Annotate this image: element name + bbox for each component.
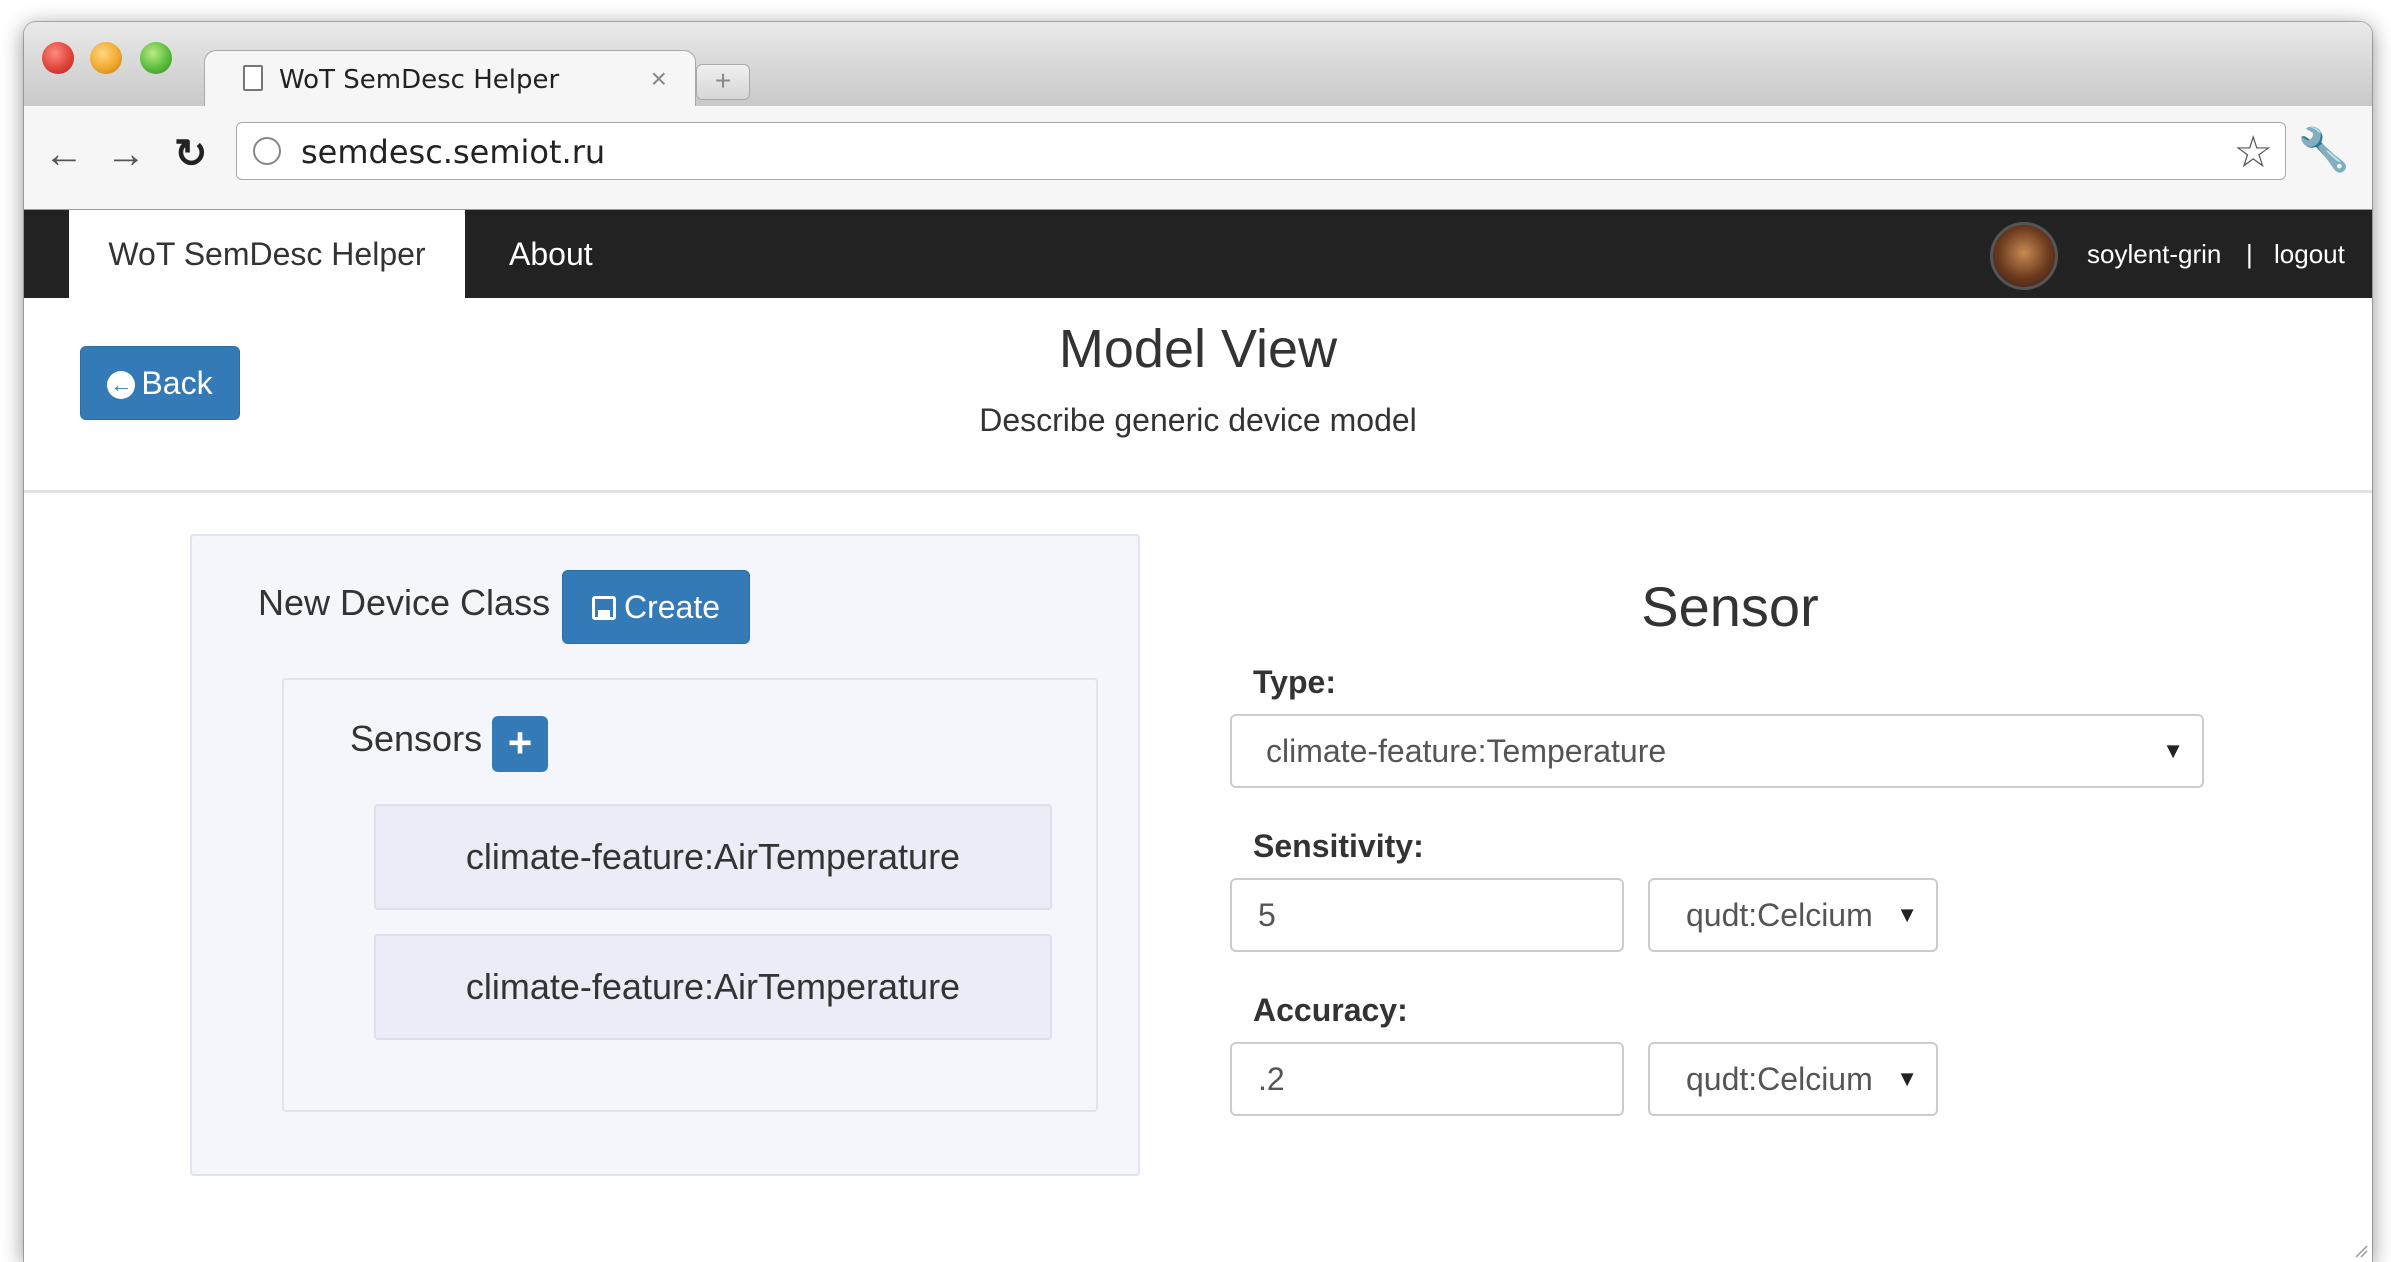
- url-text[interactable]: semdesc.semiot.ru: [301, 133, 605, 171]
- close-window-button[interactable]: [42, 42, 74, 74]
- sensor-list-item[interactable]: climate-feature:AirTemperature: [374, 804, 1052, 910]
- tab-strip: WoT SemDesc Helper × +: [24, 22, 2372, 109]
- caret-down-icon: ▼: [1896, 902, 1918, 927]
- tab-title: WoT SemDesc Helper: [279, 65, 560, 95]
- accuracy-unit-select[interactable]: qudt:Celcium ▼: [1648, 1042, 1938, 1116]
- user-name[interactable]: soylent-grin: [2087, 210, 2221, 298]
- star-icon[interactable]: ☆: [2234, 127, 2273, 178]
- page-title: Model View: [1058, 319, 1338, 379]
- sensors-label: Sensors: [350, 718, 483, 759]
- nav-brand[interactable]: WoT SemDesc Helper: [69, 210, 465, 298]
- device-class-label: New Device Class: [258, 582, 551, 623]
- sensor-title: Sensor: [1641, 575, 1819, 638]
- page-icon: [243, 65, 263, 91]
- type-label: Type:: [1253, 664, 1336, 700]
- create-button[interactable]: Create: [562, 570, 750, 644]
- browser-window: WoT SemDesc Helper × + ← → ↻ semdesc.sem…: [24, 22, 2372, 1262]
- caret-down-icon: ▼: [2162, 738, 2184, 763]
- minimize-window-button[interactable]: [90, 42, 122, 74]
- type-select[interactable]: climate-feature:Temperature ▼: [1230, 714, 2204, 788]
- sensitivity-label: Sensitivity:: [1253, 828, 1424, 864]
- avatar[interactable]: [1990, 222, 2058, 290]
- new-tab-button[interactable]: +: [696, 64, 750, 100]
- tab-close-icon[interactable]: ×: [651, 63, 667, 95]
- zoom-window-button[interactable]: [140, 42, 172, 74]
- floppy-disk-icon: [591, 596, 616, 620]
- create-button-label: Create: [623, 589, 721, 625]
- sensor-list-item[interactable]: climate-feature:AirTemperature: [374, 934, 1052, 1040]
- resize-grip-icon[interactable]: [2352, 1242, 2368, 1258]
- device-class-panel: New Device Class Create Sensors + climat…: [190, 534, 1140, 1176]
- accuracy-unit-value: qudt:Celcium: [1686, 1061, 1873, 1097]
- globe-icon: [253, 137, 281, 165]
- accuracy-input[interactable]: .2: [1230, 1042, 1624, 1116]
- accuracy-label: Accuracy:: [1253, 992, 1408, 1028]
- sensitivity-input[interactable]: 5: [1230, 878, 1624, 952]
- reload-icon[interactable]: ↻: [174, 134, 208, 174]
- sensitivity-unit-select[interactable]: qudt:Celcium ▼: [1648, 878, 1938, 952]
- page-subtitle: Describe generic device model: [979, 402, 1417, 438]
- top-navbar: WoT SemDesc Helper About soylent-grin | …: [24, 210, 2372, 298]
- header-divider: [24, 490, 2372, 493]
- browser-toolbar: ← → ↻ semdesc.semiot.ru ☆ 🔧: [24, 106, 2372, 210]
- type-select-value: climate-feature:Temperature: [1266, 733, 1667, 769]
- arrow-right-icon[interactable]: →: [106, 134, 146, 174]
- add-sensor-button[interactable]: +: [492, 716, 548, 772]
- browser-tab[interactable]: WoT SemDesc Helper ×: [204, 50, 696, 109]
- address-bar[interactable]: semdesc.semiot.ru ☆: [236, 122, 2286, 180]
- logout-link[interactable]: logout: [2274, 210, 2345, 298]
- wrench-icon[interactable]: 🔧: [2298, 126, 2350, 175]
- sensors-box: Sensors + climate-feature:AirTemperature…: [282, 678, 1098, 1112]
- arrow-left-icon[interactable]: ←: [44, 134, 84, 174]
- nav-separator: |: [2246, 239, 2253, 269]
- sensitivity-unit-value: qudt:Celcium: [1686, 897, 1873, 933]
- caret-down-icon: ▼: [1896, 1066, 1918, 1091]
- nav-about-link[interactable]: About: [509, 210, 593, 298]
